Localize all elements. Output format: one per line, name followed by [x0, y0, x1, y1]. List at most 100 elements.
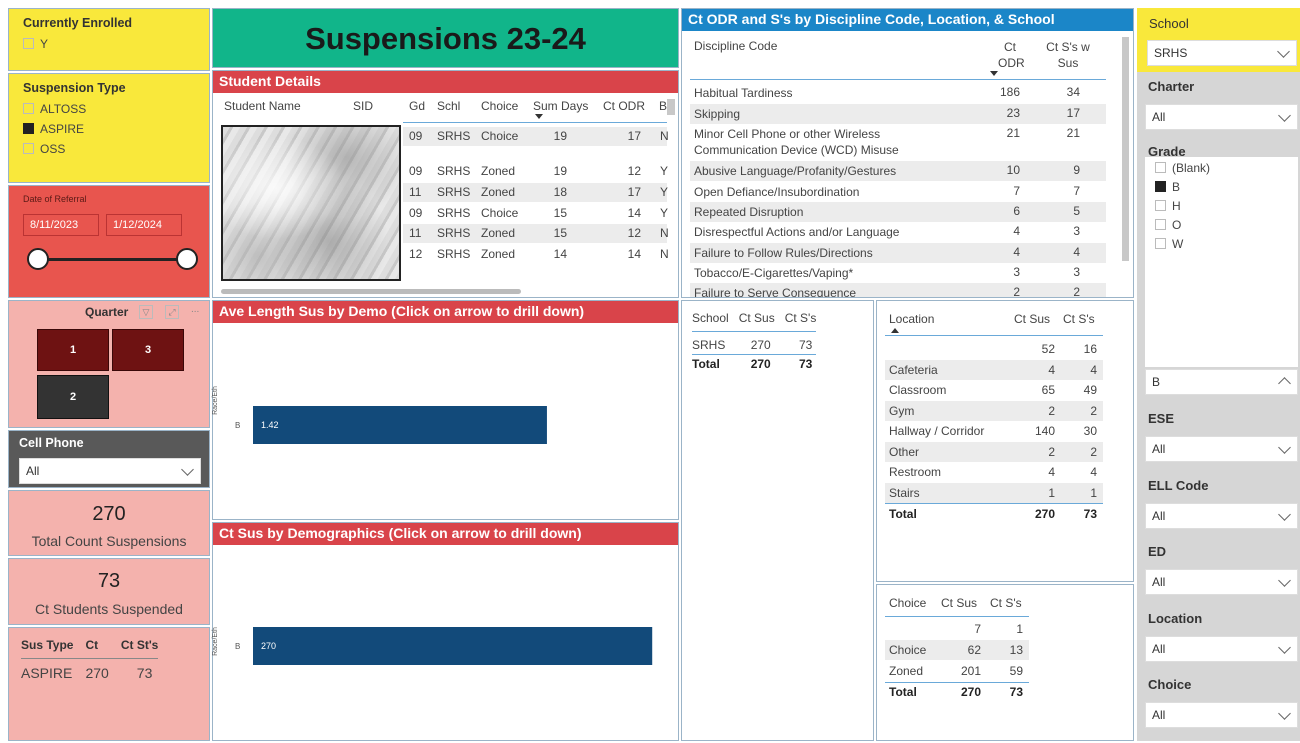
- col-schl[interactable]: Schl: [437, 99, 460, 113]
- cell: Zoned: [481, 247, 516, 261]
- bar[interactable]: [253, 627, 653, 665]
- col-ct-sus[interactable]: Ct Sus: [941, 596, 977, 610]
- table-row[interactable]: 12 SRHS Zoned 14 14 N: [403, 245, 669, 264]
- col-ct-ss[interactable]: Ct S's: [990, 596, 1022, 610]
- school-table-panel: School Ct Sus Ct S's SRHS 270 73 Total 2…: [681, 300, 874, 741]
- table-row[interactable]: Repeated Disruption 6 5: [690, 202, 1106, 222]
- table-row[interactable]: Restroom 4 4: [885, 462, 1103, 482]
- filter-icon[interactable]: ▽: [139, 305, 153, 319]
- location-dropdown[interactable]: All: [1145, 636, 1298, 662]
- col-ct-ss[interactable]: Ct S's: [785, 309, 817, 332]
- more-options-icon[interactable]: ...: [191, 304, 199, 315]
- col-choice[interactable]: Choice: [481, 99, 518, 113]
- vertical-scrollbar[interactable]: [667, 99, 675, 115]
- date-slider-start-handle[interactable]: [27, 248, 49, 270]
- table-row[interactable]: Choice 62 13: [885, 640, 1029, 660]
- focus-mode-icon[interactable]: ⤢: [165, 305, 179, 319]
- quarter-title: Quarter: [85, 305, 129, 319]
- table-row[interactable]: Failure to Serve Consequence 2 2: [690, 283, 1106, 297]
- choice-dropdown[interactable]: All: [1145, 702, 1298, 728]
- sus-type-option-aspire[interactable]: ASPIRE: [23, 122, 84, 136]
- option-label: H: [1172, 199, 1181, 213]
- table-row[interactable]: 09 SRHS Choice 19 17 N: [403, 127, 669, 146]
- cell: Gym: [889, 403, 915, 418]
- vertical-scrollbar[interactable]: [1122, 37, 1129, 261]
- col-choice[interactable]: Choice: [889, 596, 926, 610]
- cell: 270: [750, 357, 771, 371]
- col-discipline-code[interactable]: Discipline Code: [694, 39, 777, 53]
- table-row[interactable]: SRHS 270 73: [692, 331, 817, 355]
- table-row[interactable]: Minor Cell Phone or other Wireless Commu…: [690, 124, 1106, 160]
- table-row[interactable]: Open Defiance/Insubordination 7 7: [690, 182, 1106, 202]
- col-location[interactable]: Location: [889, 312, 934, 326]
- col-school[interactable]: School: [692, 309, 739, 332]
- sus-type-option-altoss[interactable]: ALTOSS: [23, 102, 86, 116]
- cell: Zoned: [481, 226, 516, 240]
- grade-option-w[interactable]: W: [1155, 237, 1183, 251]
- school-dropdown[interactable]: SRHS: [1147, 40, 1297, 66]
- col-gd[interactable]: Gd: [409, 99, 425, 113]
- col-ct-sus[interactable]: Ct Sus: [739, 309, 785, 332]
- col-b[interactable]: B: [659, 99, 667, 113]
- table-row[interactable]: 71: [885, 619, 1029, 639]
- table-row[interactable]: 52 16: [885, 339, 1103, 359]
- table-row[interactable]: ASPIRE 270 73: [21, 659, 158, 681]
- col-header[interactable]: Sus Type: [21, 636, 85, 659]
- ese-dropdown[interactable]: All: [1145, 436, 1298, 462]
- col-ct-odr[interactable]: Ct ODR: [603, 99, 645, 113]
- col-sid[interactable]: SID: [353, 99, 373, 113]
- table-row[interactable]: Skipping 23 17: [690, 104, 1106, 124]
- col-ct-ss-w-sus[interactable]: Ct S's w Sus: [1042, 39, 1094, 71]
- suspension-type-slicer: Suspension Type ALTOSS ASPIRE OSS: [8, 73, 210, 183]
- table-row[interactable]: 09 SRHS Choice 15 14 Y: [403, 204, 668, 223]
- horizontal-scrollbar[interactable]: [221, 289, 521, 294]
- ed-dropdown[interactable]: All: [1145, 569, 1298, 595]
- col-ct-sus[interactable]: Ct Sus: [1014, 312, 1050, 326]
- quarter-tile-1[interactable]: 1: [37, 329, 109, 371]
- sus-type-option-oss[interactable]: OSS: [23, 142, 65, 156]
- grade-option-h[interactable]: H: [1155, 199, 1181, 213]
- cell: 16: [1083, 342, 1097, 356]
- date-start-input[interactable]: 8/11/2023: [23, 214, 99, 236]
- grade-option-blank[interactable]: (Blank): [1155, 161, 1210, 175]
- table-row[interactable]: Abusive Language/Profanity/Gestures 10 9: [690, 161, 1106, 181]
- cell: 09: [409, 206, 423, 220]
- enrolled-option-y[interactable]: Y: [23, 37, 48, 51]
- col-header[interactable]: Ct: [85, 636, 120, 659]
- table-row[interactable]: Stairs 1 1: [885, 482, 1103, 503]
- table-row[interactable]: 09 SRHS Zoned 19 12 Y: [403, 162, 668, 181]
- grade-dropdown[interactable]: B: [1145, 369, 1298, 395]
- col-header[interactable]: Ct St's: [121, 636, 159, 659]
- table-row[interactable]: Zoned 201 59: [885, 661, 1029, 681]
- charter-dropdown[interactable]: All: [1145, 104, 1298, 130]
- date-slider-end-handle[interactable]: [176, 248, 198, 270]
- col-student-name[interactable]: Student Name: [224, 99, 301, 113]
- chevron-up-icon: [1278, 377, 1291, 390]
- table-row[interactable]: Tobacco/E-Cigarettes/Vaping* 3 3: [690, 263, 1106, 283]
- cell-phone-dropdown[interactable]: All: [19, 458, 201, 484]
- table-row[interactable]: Hallway / Corridor 140 30: [885, 421, 1103, 441]
- table-row[interactable]: Gym 2 2: [885, 400, 1103, 421]
- table-row[interactable]: 11 SRHS Zoned 15 12 N: [403, 224, 669, 243]
- col-ct-ss[interactable]: Ct S's: [1063, 312, 1095, 326]
- date-end-input[interactable]: 1/12/2024: [106, 214, 182, 236]
- table-row[interactable]: Failure to Follow Rules/Directions 4 4: [690, 243, 1106, 263]
- grade-option-b[interactable]: B: [1155, 180, 1180, 194]
- col-ct-odr[interactable]: Ct ODR: [998, 39, 1025, 71]
- col-sum-days[interactable]: Sum Days: [533, 99, 588, 113]
- table-row[interactable]: Classroom 65 49: [885, 380, 1103, 400]
- quarter-tile-2[interactable]: 2: [37, 375, 109, 419]
- table-row[interactable]: Habitual Tardiness 186 34: [690, 83, 1106, 103]
- table-row[interactable]: 11 SRHS Zoned 18 17 Y: [403, 183, 668, 202]
- bar[interactable]: [253, 406, 547, 444]
- table-row[interactable]: Cafeteria 4 4: [885, 359, 1103, 380]
- cell: 11: [409, 226, 422, 240]
- table-row[interactable]: Disrespectful Actions and/or Language 4 3: [690, 222, 1106, 242]
- discipline-code: Habitual Tardiness: [694, 86, 793, 100]
- quarter-tile-3[interactable]: 3: [112, 329, 184, 371]
- grade-option-o[interactable]: O: [1155, 218, 1181, 232]
- dropdown-value: All: [26, 464, 40, 478]
- table-row[interactable]: Other 2 2: [885, 441, 1103, 462]
- cell: 1: [1090, 485, 1097, 500]
- ell-dropdown[interactable]: All: [1145, 503, 1298, 529]
